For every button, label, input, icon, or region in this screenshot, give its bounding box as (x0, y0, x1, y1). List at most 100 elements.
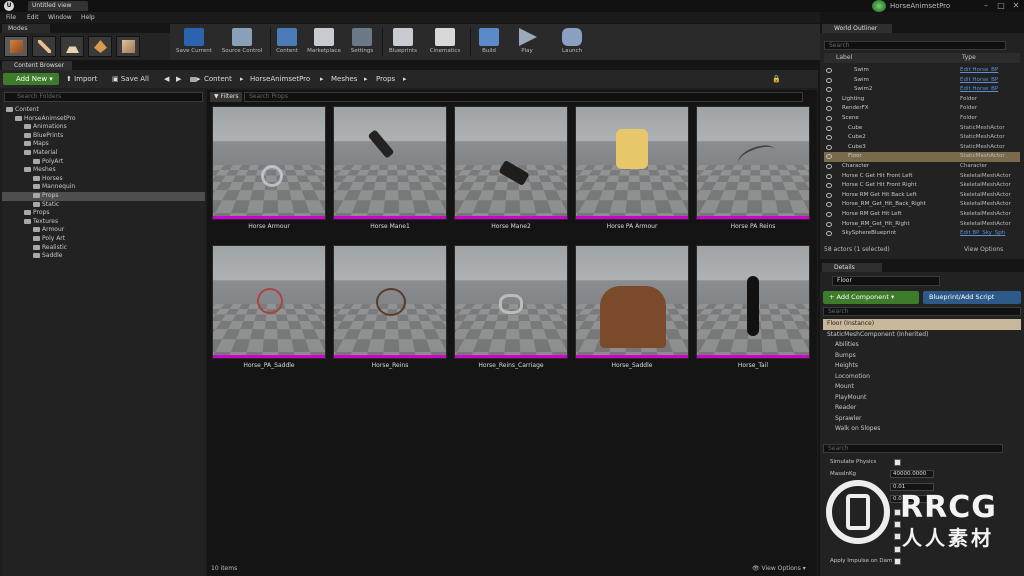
details-tab[interactable]: Details (822, 263, 882, 272)
outliner-row[interactable]: Horse C Get Hit Front Left SkeletalMeshAc… (824, 172, 1020, 182)
component-row[interactable]: Locomotion (823, 372, 1021, 383)
component-row[interactable]: StaticMeshComponent (Inherited) (823, 330, 1021, 341)
menu-window[interactable]: Window (48, 12, 72, 23)
folder-tree-item[interactable]: Horses (2, 175, 205, 184)
folder-tree-item[interactable]: Mannequin (2, 183, 205, 192)
component-row[interactable]: Sprawler (823, 414, 1021, 425)
menu-edit[interactable]: Edit (27, 12, 39, 23)
folder-tree-item[interactable]: Material (2, 149, 205, 158)
menu-help[interactable]: Help (81, 12, 95, 23)
visibility-eye-icon[interactable] (826, 173, 832, 179)
folder-tree-item[interactable]: Saddle (2, 252, 205, 261)
close-icon[interactable]: ✕ (1010, 1, 1022, 11)
property-checkbox[interactable] (894, 459, 901, 466)
folder-search-input[interactable]: Search Folders (4, 92, 203, 102)
document-tab[interactable]: Untitled view (28, 1, 88, 11)
back-arrow-icon[interactable]: ◀ (164, 73, 169, 85)
folder-tree-item[interactable]: BluePrints (2, 132, 205, 141)
asset-tile[interactable]: Horse_PA_Saddle (212, 245, 326, 375)
marketplace-button[interactable]: Marketplace (304, 26, 344, 58)
asset-tile[interactable]: Horse_Reins (333, 245, 447, 375)
component-row[interactable]: Mount (823, 382, 1021, 393)
maximize-icon[interactable]: □ (995, 1, 1007, 11)
content-button[interactable]: Content (274, 26, 300, 58)
folder-tree-item[interactable]: Realistic (2, 244, 205, 253)
asset-search-input[interactable]: Search Props (244, 92, 803, 102)
asset-tile[interactable]: Horse PA Reins (696, 106, 810, 236)
outliner-row[interactable]: Cube3 StaticMeshActor (824, 143, 1020, 153)
folder-tree-item[interactable]: PolyArt (2, 158, 205, 167)
outliner-row[interactable]: Floor StaticMeshActor (824, 152, 1020, 162)
component-row[interactable]: Floor (Instance) (823, 319, 1021, 330)
component-row[interactable]: Bumps (823, 351, 1021, 362)
outliner-row[interactable]: Swim2 Edit Horse_BP (824, 85, 1020, 95)
component-search-input[interactable]: Search (823, 307, 1021, 316)
visibility-eye-icon[interactable] (826, 192, 832, 198)
asset-tile[interactable]: Horse_Tail (696, 245, 810, 375)
landscape-mode-button[interactable] (60, 36, 84, 57)
col-type[interactable]: Type (962, 53, 976, 63)
visibility-eye-icon[interactable] (826, 68, 832, 73)
play-button[interactable]: Play (514, 26, 540, 58)
visibility-eye-icon[interactable] (826, 87, 832, 93)
component-row[interactable]: Reader (823, 403, 1021, 414)
view-options-button[interactable]: 👁 View Options ▾ (752, 565, 806, 572)
asset-tile[interactable]: Horse_Saddle (575, 245, 689, 375)
cinematics-button[interactable]: Cinematics (426, 26, 464, 58)
outliner-row[interactable]: RenderFX Folder (824, 104, 1020, 114)
blueprint-script-button[interactable]: Blueprint/Add Script (923, 291, 1021, 304)
folder-tree-item[interactable]: Meshes (2, 166, 205, 175)
save-current-button[interactable]: Save Current (174, 26, 214, 58)
outliner-row[interactable]: Character Character (824, 162, 1020, 172)
property-number-field[interactable]: 40000.0000 (890, 470, 934, 479)
outliner-type[interactable]: Edit Horse_BP (960, 85, 998, 95)
add-component-button[interactable]: + Add Component ▾ (823, 291, 919, 304)
paint-mode-button[interactable] (32, 36, 56, 57)
outliner-row[interactable]: Swim Edit Horse_BP (824, 76, 1020, 86)
folder-tree-item[interactable]: HorseAnimsetPro (2, 115, 205, 124)
folder-tree-item[interactable]: Maps (2, 140, 205, 149)
world-outliner-tab[interactable]: World Outliner (822, 24, 892, 33)
build-button[interactable]: Build (476, 26, 502, 58)
asset-tile[interactable]: Horse Mane1 (333, 106, 447, 236)
outliner-row[interactable]: Horse RM Get Hit Back Left SkeletalMeshAc… (824, 191, 1020, 201)
outliner-row[interactable]: Swim Edit Horse_BP (824, 66, 1020, 76)
outliner-view-options[interactable]: View Options (964, 246, 1003, 253)
folder-tree-item[interactable]: Static (2, 201, 205, 210)
minimize-icon[interactable]: – (980, 1, 992, 11)
content-browser-tab[interactable]: Content Browser (2, 61, 72, 70)
outliner-row[interactable]: Cube StaticMeshActor (824, 124, 1020, 134)
breadcrumb-props[interactable]: Props (376, 73, 395, 85)
folder-tree-item[interactable]: Props (2, 209, 205, 218)
breadcrumb-content[interactable]: Content (204, 73, 232, 85)
property-search-input[interactable]: Search (823, 444, 1003, 453)
menu-file[interactable]: File (6, 12, 16, 23)
component-row[interactable]: Abilities (823, 340, 1021, 351)
breadcrumb-horseanimsetpro[interactable]: HorseAnimsetPro (250, 73, 310, 85)
visibility-eye-icon[interactable] (826, 77, 832, 83)
visibility-eye-icon[interactable] (826, 231, 832, 237)
component-row[interactable]: Walk on Slopes (823, 424, 1021, 435)
visibility-eye-icon[interactable] (826, 212, 832, 217)
filters-button[interactable]: ▼ Filters (210, 92, 242, 102)
outliner-type[interactable]: Edit BP_Sky_Sph (960, 229, 1005, 239)
outliner-row[interactable]: Scene Folder (824, 114, 1020, 124)
folder-tree-item[interactable]: Poly Art (2, 235, 205, 244)
place-mode-button[interactable] (4, 36, 28, 57)
folder-tree-item[interactable]: Animations (2, 123, 205, 132)
outliner-row[interactable]: Lighting Folder (824, 95, 1020, 105)
folder-tree-item[interactable]: Content (2, 106, 205, 115)
outliner-type[interactable]: Edit Horse_BP (960, 76, 998, 86)
asset-tile[interactable]: Horse Mane2 (454, 106, 568, 236)
visibility-eye-icon[interactable] (826, 106, 832, 112)
visibility-eye-icon[interactable] (826, 144, 832, 150)
outliner-row[interactable]: Cube2 StaticMeshActor (824, 133, 1020, 143)
launch-button[interactable]: Launch (558, 26, 586, 58)
add-new-button[interactable]: Add New ▾ (3, 73, 59, 85)
folder-tree-item[interactable]: Textures (2, 218, 205, 227)
visibility-eye-icon[interactable] (826, 164, 832, 169)
folder-tree-item[interactable]: Armour (2, 226, 205, 235)
foliage-mode-button[interactable] (88, 36, 112, 57)
visibility-eye-icon[interactable] (826, 221, 832, 227)
visibility-eye-icon[interactable] (826, 154, 832, 160)
